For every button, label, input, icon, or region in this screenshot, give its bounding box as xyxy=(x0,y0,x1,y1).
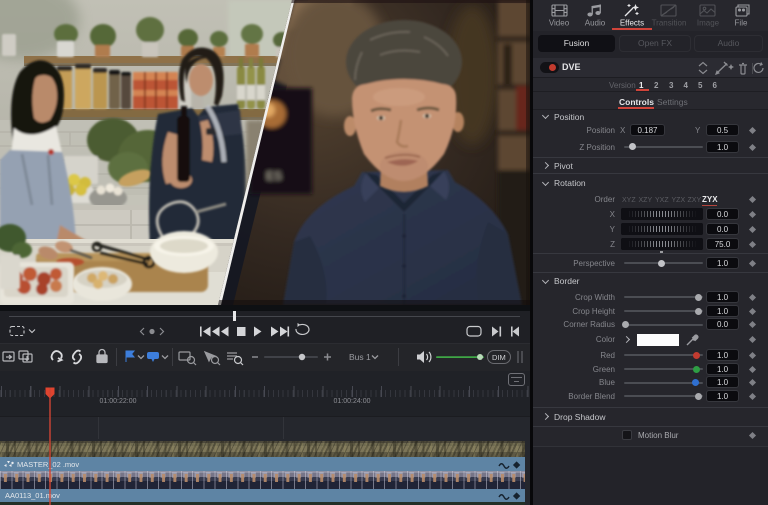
svg-text:Effects: Effects xyxy=(620,19,644,28)
svg-text:ES: ES xyxy=(266,169,282,183)
svg-text:Audio: Audio xyxy=(585,19,606,28)
svg-text:Video: Video xyxy=(549,19,570,28)
svg-text:File: File xyxy=(735,19,748,28)
svg-text:Transition: Transition xyxy=(652,19,687,28)
svg-text:Image: Image xyxy=(697,19,720,28)
svg-text:DIM: DIM xyxy=(492,353,506,362)
svg-text:Bus 1: Bus 1 xyxy=(349,352,371,362)
